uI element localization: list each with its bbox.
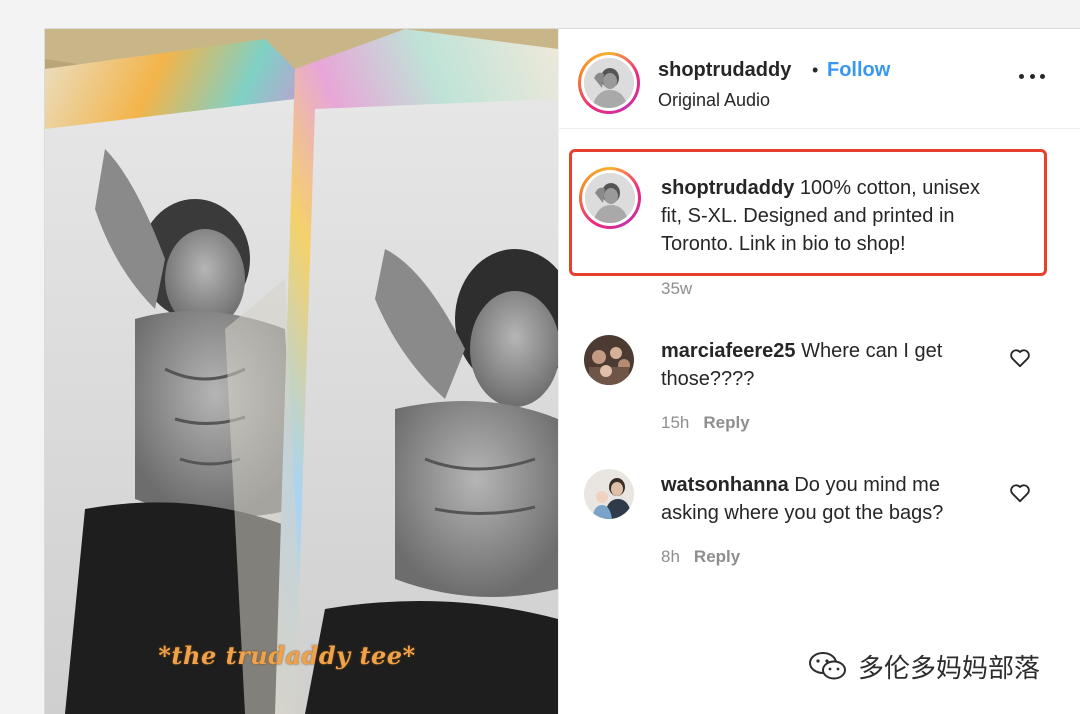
author-avatar-image (584, 58, 634, 108)
post-details-panel: shoptrudaddy • Follow Original Audio sho… (558, 29, 1080, 714)
comment-text-line-1: Where can I get (795, 340, 943, 362)
caption-line-3: Toronto. Link in bio to shop! (661, 233, 906, 255)
commenter-avatar-image (584, 469, 634, 519)
media-overlay-caption: *the trudaddy tee* (158, 641, 416, 670)
original-audio-link[interactable]: Original Audio (658, 90, 770, 111)
caption-author-avatar[interactable] (579, 167, 641, 229)
header-separator: • (812, 60, 819, 80)
comment-meta: 15h Reply (661, 413, 750, 433)
comment-username[interactable]: marciafeere25 (661, 340, 796, 362)
post-media-video[interactable]: *the trudaddy tee* (45, 29, 558, 714)
caption-avatar-image (585, 173, 635, 223)
reply-button[interactable]: Reply (703, 413, 749, 432)
caption-timestamp[interactable]: 35w (661, 279, 692, 299)
heart-icon[interactable] (1009, 348, 1031, 368)
post-header: shoptrudaddy • Follow Original Audio (559, 29, 1080, 129)
follow-button[interactable]: Follow (827, 59, 890, 82)
caption-line-2: fit, S-XL. Designed and printed in (661, 205, 955, 227)
author-username[interactable]: shoptrudaddy (658, 59, 791, 82)
caption-line-1: 100% cotton, unisex (794, 177, 981, 199)
watermark-text: 多伦多妈妈部落 (858, 653, 1041, 684)
comment-username[interactable]: watsonhanna (661, 474, 789, 496)
comment-text-line-2: those???? (661, 368, 755, 390)
comment-timestamp[interactable]: 15h (661, 413, 689, 432)
comment-meta: 8h Reply (661, 547, 740, 567)
post-caption: shoptrudaddy 100% cotton, unisex fit, S-… (661, 174, 980, 258)
reply-button[interactable]: Reply (694, 547, 740, 566)
comment-item: watsonhanna Do you mind me asking where … (661, 471, 943, 527)
wechat-icon (809, 652, 846, 680)
media-image (45, 29, 558, 714)
watermark: 多伦多妈妈部落 (808, 649, 1041, 684)
heart-icon[interactable] (1009, 483, 1031, 503)
caption-username[interactable]: shoptrudaddy (661, 177, 794, 199)
author-avatar[interactable] (578, 52, 640, 114)
comment-text-line-2: asking where you got the bags? (661, 502, 944, 524)
commenter-avatar[interactable] (584, 335, 634, 385)
comment-text-line-1: Do you mind me (788, 474, 940, 496)
comment-timestamp[interactable]: 8h (661, 547, 680, 566)
commenter-avatar-image (584, 335, 634, 385)
more-options-icon[interactable] (1019, 71, 1045, 81)
comment-item: marciafeere25 Where can I get those???? (661, 337, 942, 393)
commenter-avatar[interactable] (584, 469, 634, 519)
